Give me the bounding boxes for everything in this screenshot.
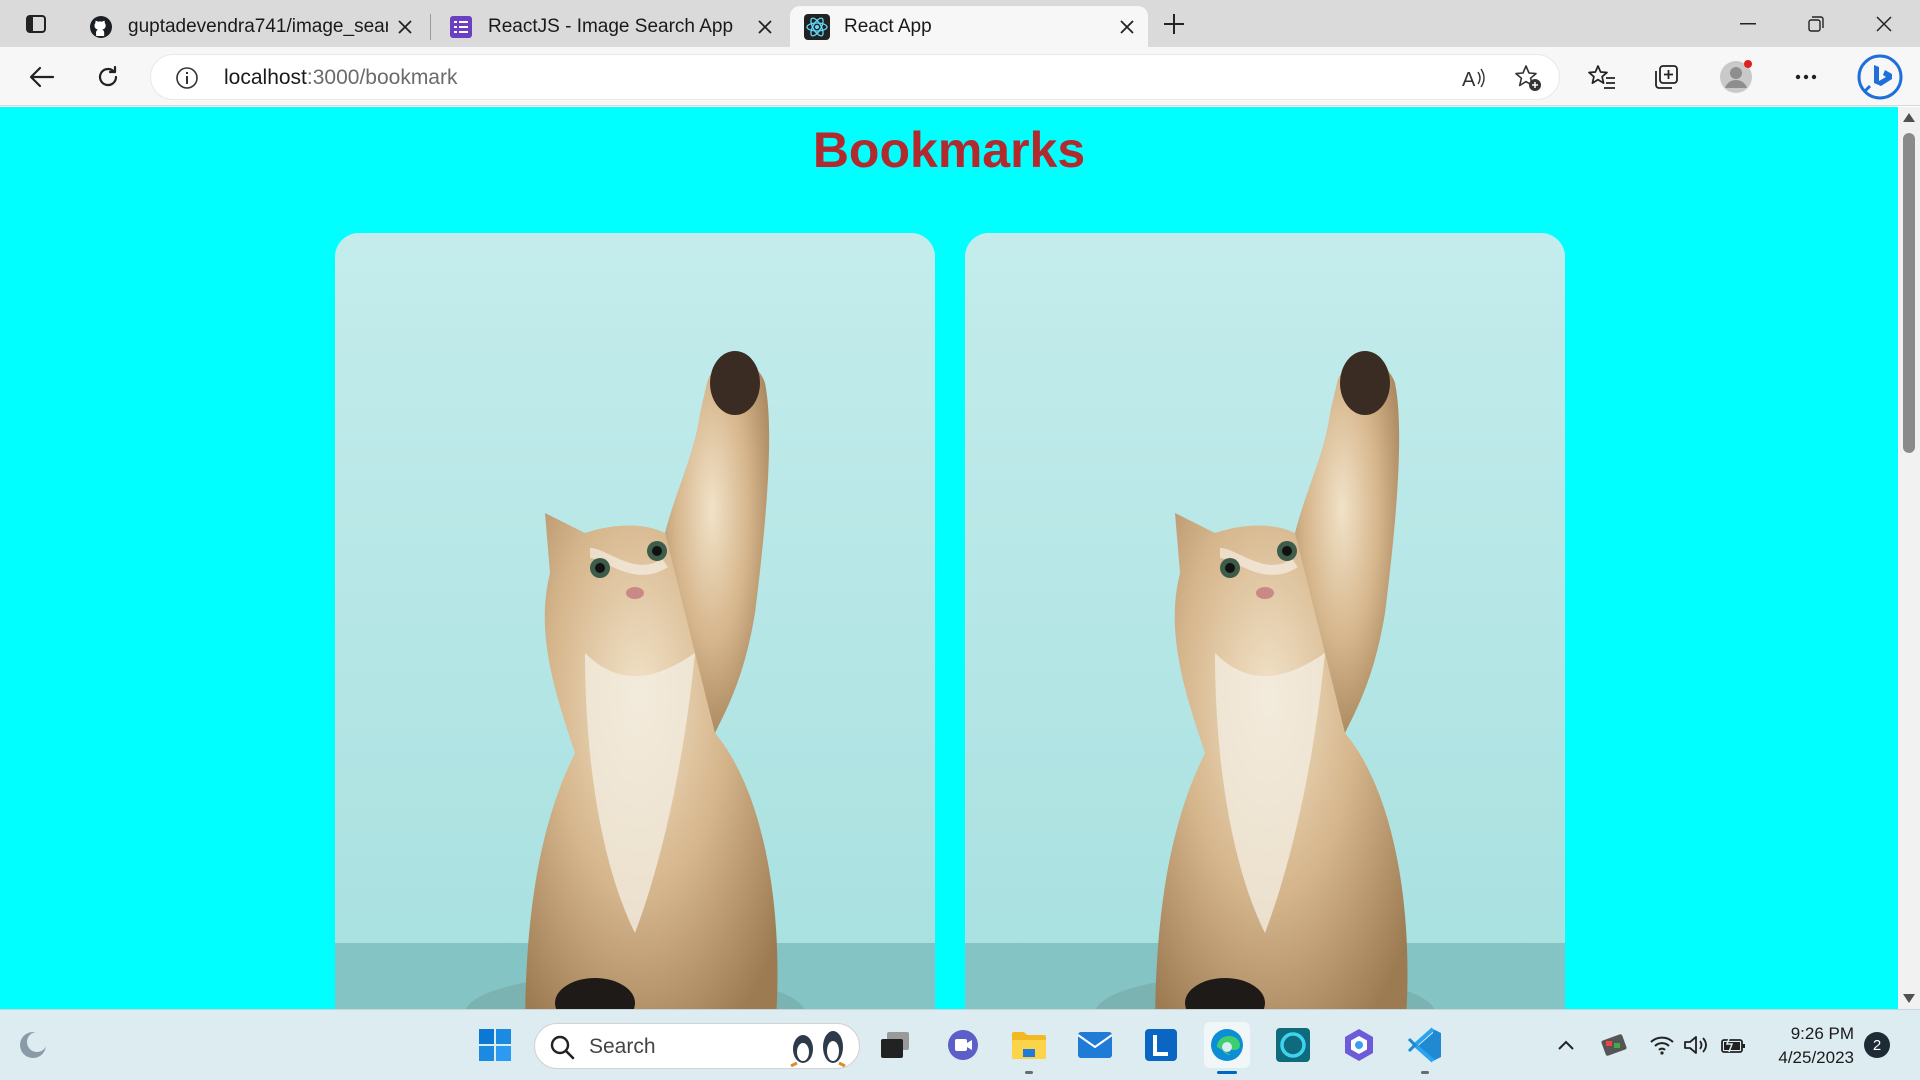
page-viewport: Bookmarks [0, 107, 1920, 1009]
bookmark-card[interactable] [965, 233, 1565, 1009]
url-text[interactable]: localhost:3000/bookmark [224, 66, 457, 90]
wifi-icon[interactable] [1646, 1029, 1678, 1061]
scrollbar-thumb[interactable] [1903, 133, 1915, 453]
tab-title: ReactJS - Image Search App [488, 15, 734, 37]
kitten-image [965, 233, 1565, 1009]
info-icon[interactable] [175, 66, 199, 90]
add-favorite-icon[interactable] [1513, 63, 1543, 93]
running-indicator [1025, 1071, 1033, 1074]
clock-time: 9:26 PM [1790, 1024, 1854, 1043]
url-host: localhost [224, 66, 307, 89]
teams-chat-icon[interactable] [940, 1022, 986, 1068]
back-button[interactable] [22, 57, 62, 97]
favorites-icon[interactable] [1582, 57, 1622, 97]
penguins-icon [790, 1031, 846, 1067]
bookmark-card[interactable] [335, 233, 935, 1009]
battery-charging-icon[interactable] [1718, 1029, 1750, 1061]
taskbar-search-box[interactable]: Search [534, 1023, 860, 1069]
profile-avatar[interactable] [1716, 57, 1756, 97]
svg-text:A: A [1462, 69, 1476, 91]
mail-icon[interactable] [1072, 1022, 1118, 1068]
start-menu-icon[interactable] [472, 1022, 518, 1068]
close-icon[interactable] [752, 14, 778, 40]
tab-reactjs-image-search[interactable]: ReactJS - Image Search App [434, 6, 786, 47]
page-title: Bookmarks [812, 122, 1086, 178]
task-view-icon[interactable] [872, 1022, 918, 1068]
file-explorer-icon[interactable] [1006, 1022, 1052, 1074]
running-indicator [1421, 1071, 1429, 1074]
more-options-icon[interactable] [1786, 57, 1826, 97]
windows-taskbar: Search 9:26 PM 4/25/2023 2 [0, 1009, 1920, 1080]
vscode-icon[interactable] [1402, 1022, 1448, 1074]
edge-browser-icon[interactable] [1204, 1022, 1250, 1074]
kitten-image [335, 233, 935, 1009]
github-icon [88, 14, 114, 40]
tab-divider [430, 14, 431, 40]
tab-react-app[interactable]: React App [790, 6, 1148, 47]
system-clock[interactable]: 9:26 PM 4/25/2023 [1764, 1022, 1854, 1070]
scroll-up-arrow-icon[interactable] [1903, 113, 1915, 122]
weather-widget-icon[interactable] [10, 1022, 56, 1068]
notification-badge[interactable]: 2 [1864, 1032, 1890, 1058]
volume-icon[interactable] [1680, 1029, 1712, 1061]
vertical-scrollbar[interactable] [1898, 107, 1920, 1009]
copilot-app-icon[interactable] [1336, 1022, 1382, 1068]
running-indicator [1217, 1071, 1237, 1074]
browser-toolbar: localhost:3000/bookmark A [0, 47, 1920, 106]
url-path: :3000/bookmark [306, 66, 458, 89]
show-hidden-icons-chevron-icon[interactable] [1550, 1029, 1582, 1061]
linkedin-learning-icon[interactable] [1138, 1022, 1184, 1068]
read-aloud-icon[interactable]: A [1459, 63, 1489, 93]
search-icon [550, 1035, 575, 1060]
close-icon[interactable] [392, 14, 418, 40]
collections-icon[interactable] [1646, 57, 1686, 97]
tab-actions-icon[interactable] [16, 8, 56, 40]
minimize-button[interactable] [1714, 0, 1782, 47]
scroll-down-arrow-icon[interactable] [1903, 994, 1915, 1003]
close-icon[interactable] [1114, 14, 1140, 40]
bing-chat-icon[interactable] [1856, 53, 1904, 101]
address-bar[interactable]: localhost:3000/bookmark A [150, 54, 1560, 100]
tab-title: guptadevendra741/image_searc [128, 15, 388, 37]
search-label: Search [589, 1035, 656, 1058]
react-icon [804, 13, 830, 40]
close-window-button[interactable] [1850, 0, 1918, 47]
tab-title: React App [844, 15, 932, 37]
tab-github[interactable]: guptadevendra741/image_searc [74, 6, 426, 47]
alexa-icon[interactable] [1270, 1022, 1316, 1068]
film-app-tray-icon[interactable] [1598, 1029, 1630, 1061]
list-doc-icon [448, 14, 474, 40]
browser-titlebar: guptadevendra741/image_searc ReactJS - I… [0, 0, 1920, 47]
restore-button[interactable] [1782, 0, 1850, 47]
clock-date: 4/25/2023 [1778, 1048, 1854, 1067]
new-tab-button[interactable] [1158, 8, 1190, 40]
refresh-button[interactable] [88, 57, 128, 97]
